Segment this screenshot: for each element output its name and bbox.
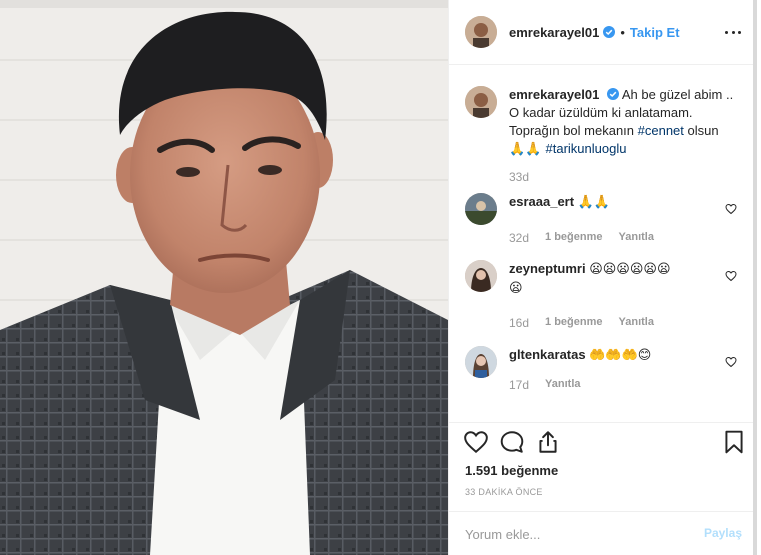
caption-emoji: 🙏🙏 [509, 142, 546, 157]
hashtag-tarikunluoglu[interactable]: #tarikunluoglu [546, 141, 627, 156]
comment-body-line-2: 😦 [509, 281, 523, 296]
hashtag-cennet[interactable]: #cennet [638, 123, 684, 138]
reply-button[interactable]: Yanıtla [619, 316, 654, 330]
separator-dot: • [620, 24, 625, 40]
comment-like-heart-icon[interactable] [725, 203, 737, 215]
post-actions: 1.591 beğenme 33 DAKİKA ÖNCE Paylaş [449, 422, 754, 555]
comment-time[interactable]: 32d [509, 231, 529, 245]
caption-author-username[interactable]: emrekarayel01 [509, 87, 599, 102]
comment-likes[interactable]: 1 beğenme [545, 231, 602, 245]
comment-likes[interactable]: 1 beğenme [545, 316, 602, 330]
portrait-image [0, 0, 448, 555]
post-side-panel: emrekarayel01 • Takip Et emrekarayel01 A… [448, 0, 757, 555]
panel-edge [753, 0, 757, 555]
comment-body: 🤲🤲🤲😊 [589, 348, 652, 363]
verified-badge-icon [603, 26, 616, 38]
verified-badge-icon [606, 88, 619, 100]
add-comment-bar: Paylaş [449, 511, 754, 555]
comments-list: emrekarayel01 Ah be güzel abim .. O kada… [449, 66, 754, 422]
commenter-avatar[interactable] [465, 193, 497, 225]
post-header: emrekarayel01 • Takip Et [449, 0, 757, 65]
comment-text: esraaa_ert 🙏🙏 [509, 193, 749, 212]
comment-input[interactable] [465, 524, 685, 544]
commenter-username[interactable]: gltenkaratas [509, 347, 586, 362]
post-photo[interactable] [0, 0, 448, 555]
share-icon[interactable] [535, 429, 561, 455]
comment-meta: 17d Yanıtla [509, 378, 581, 392]
likes-count[interactable]: 1.591 beğenme [465, 463, 558, 478]
commenter-username[interactable]: zeyneptumri [509, 261, 586, 276]
comment-body: 🙏🙏 [577, 195, 611, 210]
comment-like-heart-icon[interactable] [725, 270, 737, 282]
comment-like-heart-icon[interactable] [725, 356, 737, 368]
follow-button[interactable]: Takip Et [630, 25, 680, 40]
author-username[interactable]: emrekarayel01 [509, 25, 599, 40]
post-time-ago: 33 DAKİKA ÖNCE [465, 487, 543, 497]
comment-meta: 32d 1 beğenme Yanıtla [509, 231, 654, 245]
caption-author-avatar[interactable] [465, 86, 497, 118]
commenter-avatar[interactable] [465, 260, 497, 292]
post-comment-button[interactable]: Paylaş [704, 526, 742, 540]
more-options-icon[interactable] [725, 25, 741, 39]
comment-text: gltenkaratas 🤲🤲🤲😊 [509, 346, 749, 365]
caption-line-3-prefix: Toprağın bol mekanın [509, 123, 638, 138]
comment-body: 😦😦😦😦😦😦 [589, 262, 671, 277]
reply-button[interactable]: Yanıtla [619, 231, 654, 245]
caption-meta: 33d [509, 170, 529, 184]
reply-button[interactable]: Yanıtla [545, 378, 580, 392]
commenter-username[interactable]: esraaa_ert [509, 194, 574, 209]
caption-text: emrekarayel01 Ah be güzel abim .. O kada… [509, 86, 749, 159]
caption-line-1: Ah be güzel abim .. [621, 87, 734, 102]
comment-time[interactable]: 17d [509, 378, 529, 392]
comment-bubble-icon[interactable] [499, 429, 525, 455]
author-avatar[interactable] [465, 16, 497, 48]
caption-time[interactable]: 33d [509, 170, 529, 184]
commenter-avatar[interactable] [465, 346, 497, 378]
heart-icon[interactable] [463, 429, 489, 455]
caption-line-2: O kadar üzüldüm ki anlatamam. [509, 105, 693, 120]
comment-meta: 16d 1 beğenme Yanıtla [509, 316, 654, 330]
bookmark-icon[interactable] [721, 429, 747, 455]
comment-text: zeyneptumri 😦😦😦😦😦😦 😦 [509, 260, 749, 298]
comment-time[interactable]: 16d [509, 316, 529, 330]
caption-line-3-suffix: olsun [683, 123, 719, 138]
